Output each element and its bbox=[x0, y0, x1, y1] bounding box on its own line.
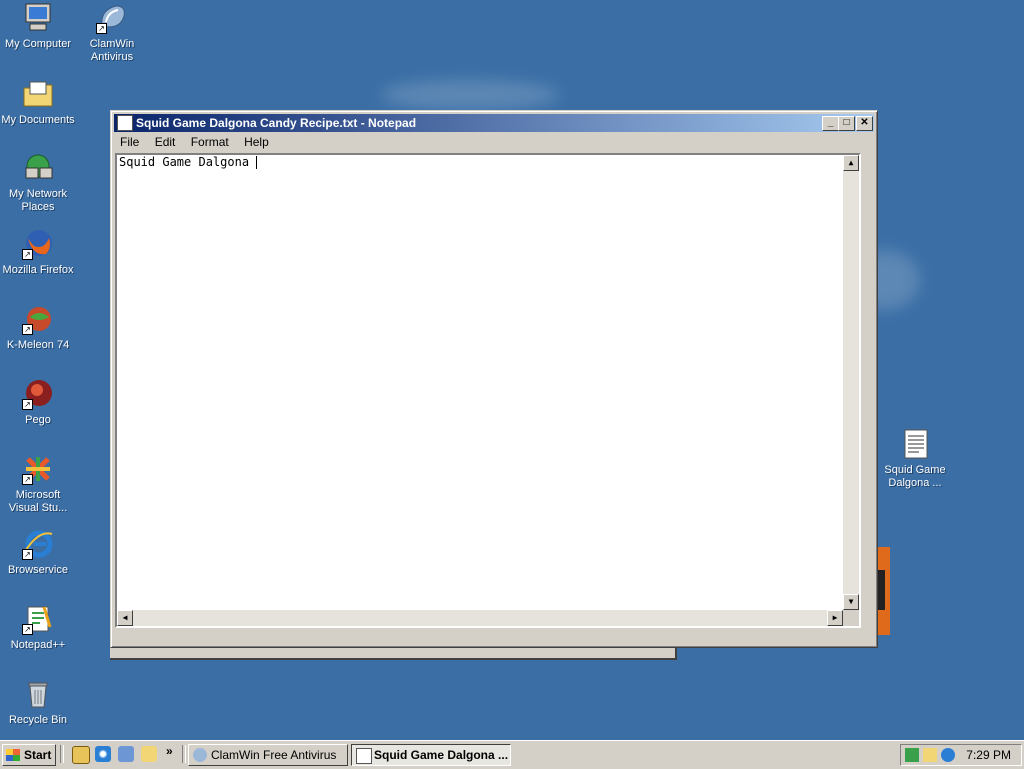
computer-icon bbox=[22, 2, 54, 34]
desktop-icon-visual-studio[interactable]: ↗ Microsoft Visual Stu... bbox=[0, 453, 76, 515]
firefox-icon: ↗ bbox=[22, 228, 54, 260]
horizontal-scrollbar[interactable]: ◀ ▶ bbox=[117, 610, 843, 626]
vertical-scrollbar[interactable]: ▲ ▼ bbox=[843, 155, 859, 610]
notepadpp-icon: ↗ bbox=[22, 603, 54, 635]
window-title: Squid Game Dalgona Candy Recipe.txt - No… bbox=[136, 116, 417, 130]
notepad-tray-icon[interactable] bbox=[923, 748, 937, 762]
desktop-icon-my-computer[interactable]: My Computer bbox=[0, 2, 76, 51]
scroll-down-button[interactable]: ▼ bbox=[843, 594, 859, 610]
clamwin-icon: ↗ bbox=[96, 2, 128, 34]
network-icon bbox=[22, 152, 54, 184]
desktop-icon-label: Squid Game Dalgona ... bbox=[884, 464, 946, 489]
desktop-icon-label: My Computer bbox=[4, 38, 72, 50]
desktop-icon-notepadpp[interactable]: ↗ Notepad++ bbox=[0, 603, 76, 652]
folder-icon bbox=[22, 78, 54, 110]
shortcut-arrow-icon: ↗ bbox=[22, 549, 33, 560]
menu-edit[interactable]: Edit bbox=[149, 133, 182, 151]
system-tray: 7:29 PM bbox=[900, 744, 1022, 766]
windows-logo-icon bbox=[6, 749, 20, 761]
scroll-right-button[interactable]: ▶ bbox=[827, 610, 843, 626]
desktop-icon-mozilla-firefox[interactable]: ↗ Mozilla Firefox bbox=[0, 228, 76, 277]
ie-quicklaunch-icon[interactable] bbox=[95, 746, 111, 762]
scroll-up-button[interactable]: ▲ bbox=[843, 155, 859, 171]
maximize-button[interactable]: □ bbox=[838, 116, 855, 131]
taskbar: Start » ClamWin Free Antivirus Squid Gam… bbox=[0, 740, 1024, 769]
desktop-icon-label: ClamWin Antivirus bbox=[89, 38, 135, 63]
editor-content[interactable]: Squid Game Dalgona bbox=[119, 155, 258, 169]
taskbar-separator bbox=[182, 745, 186, 763]
text-file-icon bbox=[899, 428, 931, 460]
scroll-left-button[interactable]: ◀ bbox=[117, 610, 133, 626]
desktop-icon-my-network-places[interactable]: My Network Places bbox=[0, 152, 76, 214]
menu-help[interactable]: Help bbox=[238, 133, 275, 151]
desktop-icon-label: Pego bbox=[25, 414, 51, 426]
minimize-button[interactable]: _ bbox=[822, 116, 839, 131]
taskbar-separator bbox=[60, 745, 64, 763]
shortcut-arrow-icon: ↗ bbox=[22, 624, 33, 635]
menu-file[interactable]: File bbox=[114, 133, 145, 151]
pego-icon: ↗ bbox=[22, 378, 54, 410]
background-window-fragment-dark bbox=[877, 570, 885, 610]
desktop-icon-label: My Documents bbox=[1, 114, 75, 126]
shortcut-arrow-icon: ↗ bbox=[22, 399, 33, 410]
wallpaper-cloud bbox=[380, 80, 560, 110]
visual-studio-icon: ↗ bbox=[22, 453, 54, 485]
clamwin-tray-icon[interactable] bbox=[941, 748, 955, 762]
desktop-icon-label: K-Meleon 74 bbox=[6, 339, 70, 351]
show-desktop-icon[interactable] bbox=[72, 746, 90, 764]
clamwin-icon bbox=[193, 748, 207, 762]
start-button[interactable]: Start bbox=[2, 744, 56, 766]
text-editor[interactable]: Squid Game Dalgona ▲ ▼ ◀ ▶ bbox=[115, 153, 861, 628]
desktop-icon-pego[interactable]: ↗ Pego bbox=[0, 378, 76, 427]
text-caret bbox=[256, 156, 258, 169]
editor-text: Squid Game Dalgona bbox=[119, 155, 257, 169]
desktop-icon-label: Mozilla Firefox bbox=[2, 264, 74, 276]
network-tray-icon[interactable] bbox=[905, 748, 919, 762]
desktop-icon-label: Microsoft Visual Stu... bbox=[8, 489, 68, 514]
menu-format[interactable]: Format bbox=[185, 133, 235, 151]
shortcut-arrow-icon: ↗ bbox=[22, 249, 33, 260]
desktop-icon-label: Notepad++ bbox=[10, 639, 66, 651]
title-bar[interactable]: Squid Game Dalgona Candy Recipe.txt - No… bbox=[114, 114, 874, 132]
background-window-edge bbox=[110, 646, 677, 660]
clock[interactable]: 7:29 PM bbox=[966, 745, 1011, 765]
desktop-icon-my-documents[interactable]: My Documents bbox=[0, 78, 76, 127]
desktop-icon-k-meleon[interactable]: ↗ K-Meleon 74 bbox=[0, 303, 76, 352]
desktop-icon-recycle-bin[interactable]: Recycle Bin bbox=[0, 678, 76, 727]
task-label: Squid Game Dalgona ... bbox=[374, 748, 509, 762]
task-clamwin[interactable]: ClamWin Free Antivirus bbox=[188, 744, 348, 766]
task-notepad[interactable]: Squid Game Dalgona ... bbox=[351, 744, 511, 766]
recycle-bin-icon bbox=[22, 678, 54, 710]
desktop-icon-clamwin[interactable]: ↗ ClamWin Antivirus bbox=[74, 2, 150, 64]
desktop-icon-label: My Network Places bbox=[8, 188, 68, 213]
shortcut-arrow-icon: ↗ bbox=[22, 324, 33, 335]
close-button[interactable]: ✕ bbox=[856, 116, 873, 131]
kmeleon-icon: ↗ bbox=[22, 303, 54, 335]
shortcut-arrow-icon: ↗ bbox=[22, 474, 33, 485]
outlook-express-icon[interactable] bbox=[118, 746, 134, 762]
task-label: ClamWin Free Antivirus bbox=[211, 748, 337, 762]
ie-icon: ↗ bbox=[22, 528, 54, 560]
notepad-icon bbox=[356, 748, 372, 764]
size-grip[interactable] bbox=[843, 610, 859, 626]
desktop-icon-label: Recycle Bin bbox=[8, 714, 68, 726]
desktop-icon-label: Browservice bbox=[8, 564, 68, 576]
desktop-folder-icon[interactable] bbox=[141, 746, 157, 762]
menu-bar: File Edit Format Help bbox=[114, 133, 874, 151]
notepad-icon bbox=[117, 115, 133, 131]
shortcut-arrow-icon: ↗ bbox=[96, 23, 107, 34]
desktop-icon-text-file[interactable]: Squid Game Dalgona ... bbox=[877, 428, 953, 490]
quicklaunch-more[interactable]: » bbox=[166, 744, 173, 758]
start-label: Start bbox=[24, 748, 52, 762]
desktop-icon-browservice[interactable]: ↗ Browservice bbox=[0, 528, 76, 577]
notepad-window[interactable]: Squid Game Dalgona Candy Recipe.txt - No… bbox=[110, 110, 878, 648]
